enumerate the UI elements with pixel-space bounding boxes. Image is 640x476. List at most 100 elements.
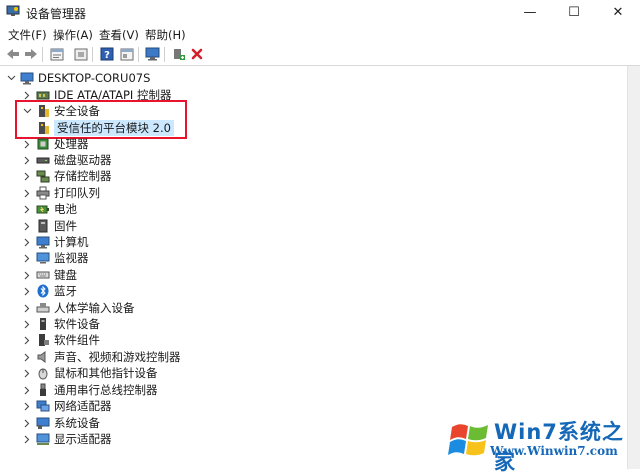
expand-chevron-icon[interactable] <box>22 267 32 283</box>
minimize-button[interactable]: — <box>508 0 552 24</box>
monitor-icon <box>36 252 50 264</box>
expand-chevron-icon[interactable] <box>22 218 32 234</box>
expand-chevron-icon[interactable] <box>22 415 32 431</box>
tree-item-hid[interactable]: 人体学输入设备 <box>22 300 135 316</box>
forward-icon[interactable] <box>22 46 39 62</box>
watermark-url: Www.Winwin7.com <box>490 444 618 458</box>
scan-icon[interactable] <box>144 46 161 62</box>
expand-chevron-icon[interactable] <box>22 201 32 217</box>
firmware-icon <box>38 219 48 233</box>
tree-item-label: 系统设备 <box>54 416 100 430</box>
software-component-icon <box>39 334 49 346</box>
tree-item-label: 声音、视频和游戏控制器 <box>54 350 181 364</box>
window-title: 设备管理器 <box>26 7 87 21</box>
maximize-button[interactable]: ☐ <box>552 0 596 24</box>
display-adapter-icon <box>36 433 50 445</box>
expand-chevron-icon[interactable] <box>22 349 32 365</box>
tree-item-storage[interactable]: 存储控制器 <box>22 168 112 184</box>
expand-chevron-icon[interactable] <box>22 136 32 152</box>
processor-icon <box>37 138 49 150</box>
tree-item-label: 通用串行总线控制器 <box>54 383 158 397</box>
battery-icon <box>36 205 49 214</box>
expand-chevron-icon[interactable] <box>22 300 32 316</box>
back-icon[interactable] <box>4 46 21 62</box>
tree-item-label: 软件组件 <box>54 333 100 347</box>
tree-item-software-component[interactable]: 软件组件 <box>22 332 100 348</box>
tree-item-label: 蓝牙 <box>54 284 77 298</box>
windows-logo-icon <box>448 424 488 456</box>
menu-help[interactable]: 帮助(H) <box>145 27 186 43</box>
toolbar-separator <box>138 47 139 62</box>
expand-chevron-icon[interactable] <box>22 365 32 381</box>
keyboard-icon <box>36 271 50 279</box>
tree-item-battery[interactable]: 电池 <box>22 201 77 217</box>
view-icon[interactable] <box>118 46 135 62</box>
tree-item-mouse[interactable]: 鼠标和其他指针设备 <box>22 365 158 381</box>
tree-item-label: 存储控制器 <box>54 169 112 183</box>
expand-chevron-icon[interactable] <box>22 382 32 398</box>
tree-item-label: 磁盘驱动器 <box>54 153 112 167</box>
tree-item-disk[interactable]: 磁盘驱动器 <box>22 152 112 168</box>
tree-item-computer[interactable]: 计算机 <box>22 234 89 250</box>
properties-icon[interactable] <box>48 46 65 62</box>
update-driver-icon[interactable] <box>72 46 89 62</box>
tree-item-label: 显示适配器 <box>54 432 112 446</box>
expand-chevron-icon[interactable] <box>22 431 32 447</box>
close-button[interactable]: ✕ <box>596 0 640 24</box>
tree-item-printer[interactable]: 打印队列 <box>22 185 100 201</box>
toolbar-separator <box>92 47 93 62</box>
tree-item-keyboard[interactable]: 键盘 <box>22 267 77 283</box>
tree-item-monitor[interactable]: 监视器 <box>22 250 89 266</box>
computer-name: DESKTOP-CORU07S <box>38 71 151 85</box>
menu-view[interactable]: 查看(V) <box>99 27 139 43</box>
tree-item-display-adapter[interactable]: 显示适配器 <box>22 431 112 447</box>
tree-item-bluetooth[interactable]: 蓝牙 <box>22 283 77 299</box>
tree-item-label: 电池 <box>54 202 77 216</box>
computer-icon <box>20 72 34 85</box>
device-manager-icon <box>6 5 20 16</box>
menu-action[interactable]: 操作(A) <box>53 27 93 43</box>
toolbar: ? <box>0 44 640 66</box>
tree-item-label: 固件 <box>54 219 77 233</box>
expand-chevron-icon[interactable] <box>22 283 32 299</box>
tree-item-processor[interactable]: 处理器 <box>22 136 89 152</box>
tree-item-label: 监视器 <box>54 251 89 265</box>
hid-icon <box>36 303 50 313</box>
expand-chevron-icon[interactable] <box>22 168 32 184</box>
expand-chevron-icon[interactable] <box>22 234 32 250</box>
menu-bar: 文件(F) 操作(A) 查看(V) 帮助(H) <box>0 24 640 44</box>
tree-item-system[interactable]: 系统设备 <box>22 415 100 431</box>
expand-chevron-icon[interactable] <box>22 152 32 168</box>
tree-item-software-device[interactable]: 软件设备 <box>22 316 100 332</box>
tree-root[interactable]: DESKTOP-CORU07S <box>6 70 150 86</box>
title-bar: 设备管理器 — ☐ ✕ <box>0 0 640 24</box>
toolbar-separator <box>164 47 165 62</box>
red-highlight-box <box>15 100 187 139</box>
expand-chevron-icon[interactable] <box>22 185 32 201</box>
uninstall-icon[interactable] <box>188 46 205 62</box>
tree-item-firmware[interactable]: 固件 <box>22 218 77 234</box>
tree-item-label: 计算机 <box>54 235 89 249</box>
software-device-icon <box>40 318 46 330</box>
vertical-scrollbar[interactable] <box>627 66 640 469</box>
tree-item-label: 处理器 <box>54 137 89 151</box>
usb-icon <box>40 383 46 396</box>
tree-item-network[interactable]: 网络适配器 <box>22 398 112 414</box>
svg-text:?: ? <box>104 50 110 61</box>
tree-item-label: 网络适配器 <box>54 399 112 413</box>
storage-icon <box>36 170 50 183</box>
tree-item-label: 键盘 <box>54 268 77 282</box>
menu-file[interactable]: 文件(F) <box>8 27 47 43</box>
tree-item-sound[interactable]: 声音、视频和游戏控制器 <box>22 349 181 365</box>
collapse-chevron-icon[interactable] <box>6 70 16 86</box>
help-icon[interactable]: ? <box>98 46 115 62</box>
system-icon <box>36 417 50 429</box>
expand-chevron-icon[interactable] <box>22 250 32 266</box>
expand-chevron-icon[interactable] <box>22 332 32 348</box>
expand-chevron-icon[interactable] <box>22 398 32 414</box>
printer-icon <box>36 186 50 200</box>
tree-item-usb[interactable]: 通用串行总线控制器 <box>22 382 158 398</box>
mouse-icon <box>38 368 48 380</box>
expand-chevron-icon[interactable] <box>22 316 32 332</box>
enable-device-icon[interactable] <box>170 46 187 62</box>
